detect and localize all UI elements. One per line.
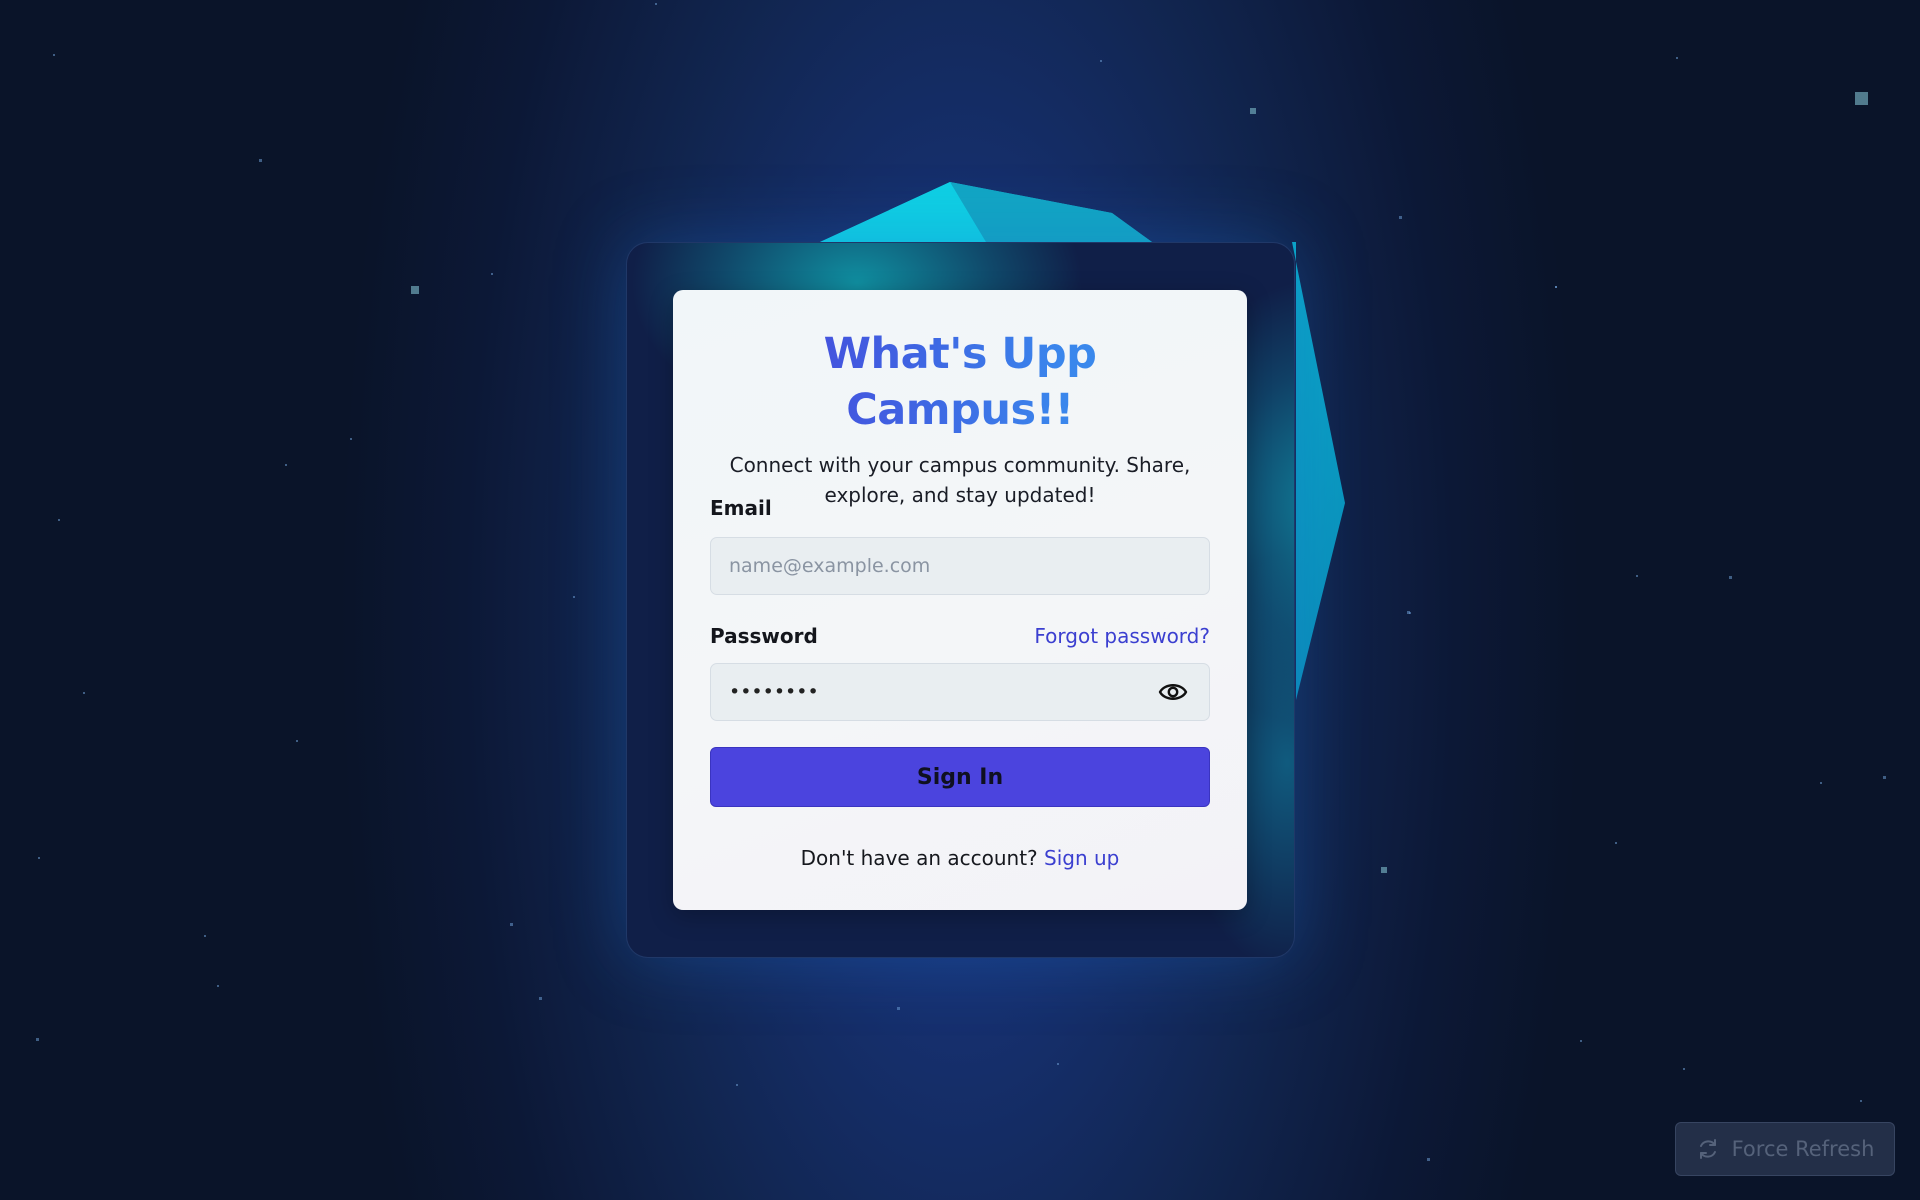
signup-row: Don't have an account? Sign up [710, 846, 1210, 870]
signup-link[interactable]: Sign up [1044, 846, 1119, 870]
email-label: Email [710, 496, 772, 520]
force-refresh-label: Force Refresh [1731, 1137, 1875, 1161]
login-card: What's Upp Campus!! Connect with your ca… [673, 290, 1247, 910]
eye-icon[interactable] [1158, 678, 1188, 706]
forgot-password-link[interactable]: Forgot password? [1034, 624, 1210, 648]
refresh-icon [1696, 1137, 1720, 1161]
app-title: What's Upp Campus!! [710, 326, 1210, 438]
password-label-row: Password Forgot password? [710, 624, 1210, 648]
sign-in-button[interactable]: Sign In [710, 747, 1210, 807]
signup-prompt: Don't have an account? [800, 846, 1045, 870]
app-subtitle: Connect with your campus community. Shar… [729, 453, 1191, 507]
email-input[interactable] [710, 537, 1210, 595]
password-label: Password [710, 624, 818, 648]
force-refresh-button[interactable]: Force Refresh [1675, 1122, 1895, 1176]
password-input[interactable] [710, 663, 1210, 721]
